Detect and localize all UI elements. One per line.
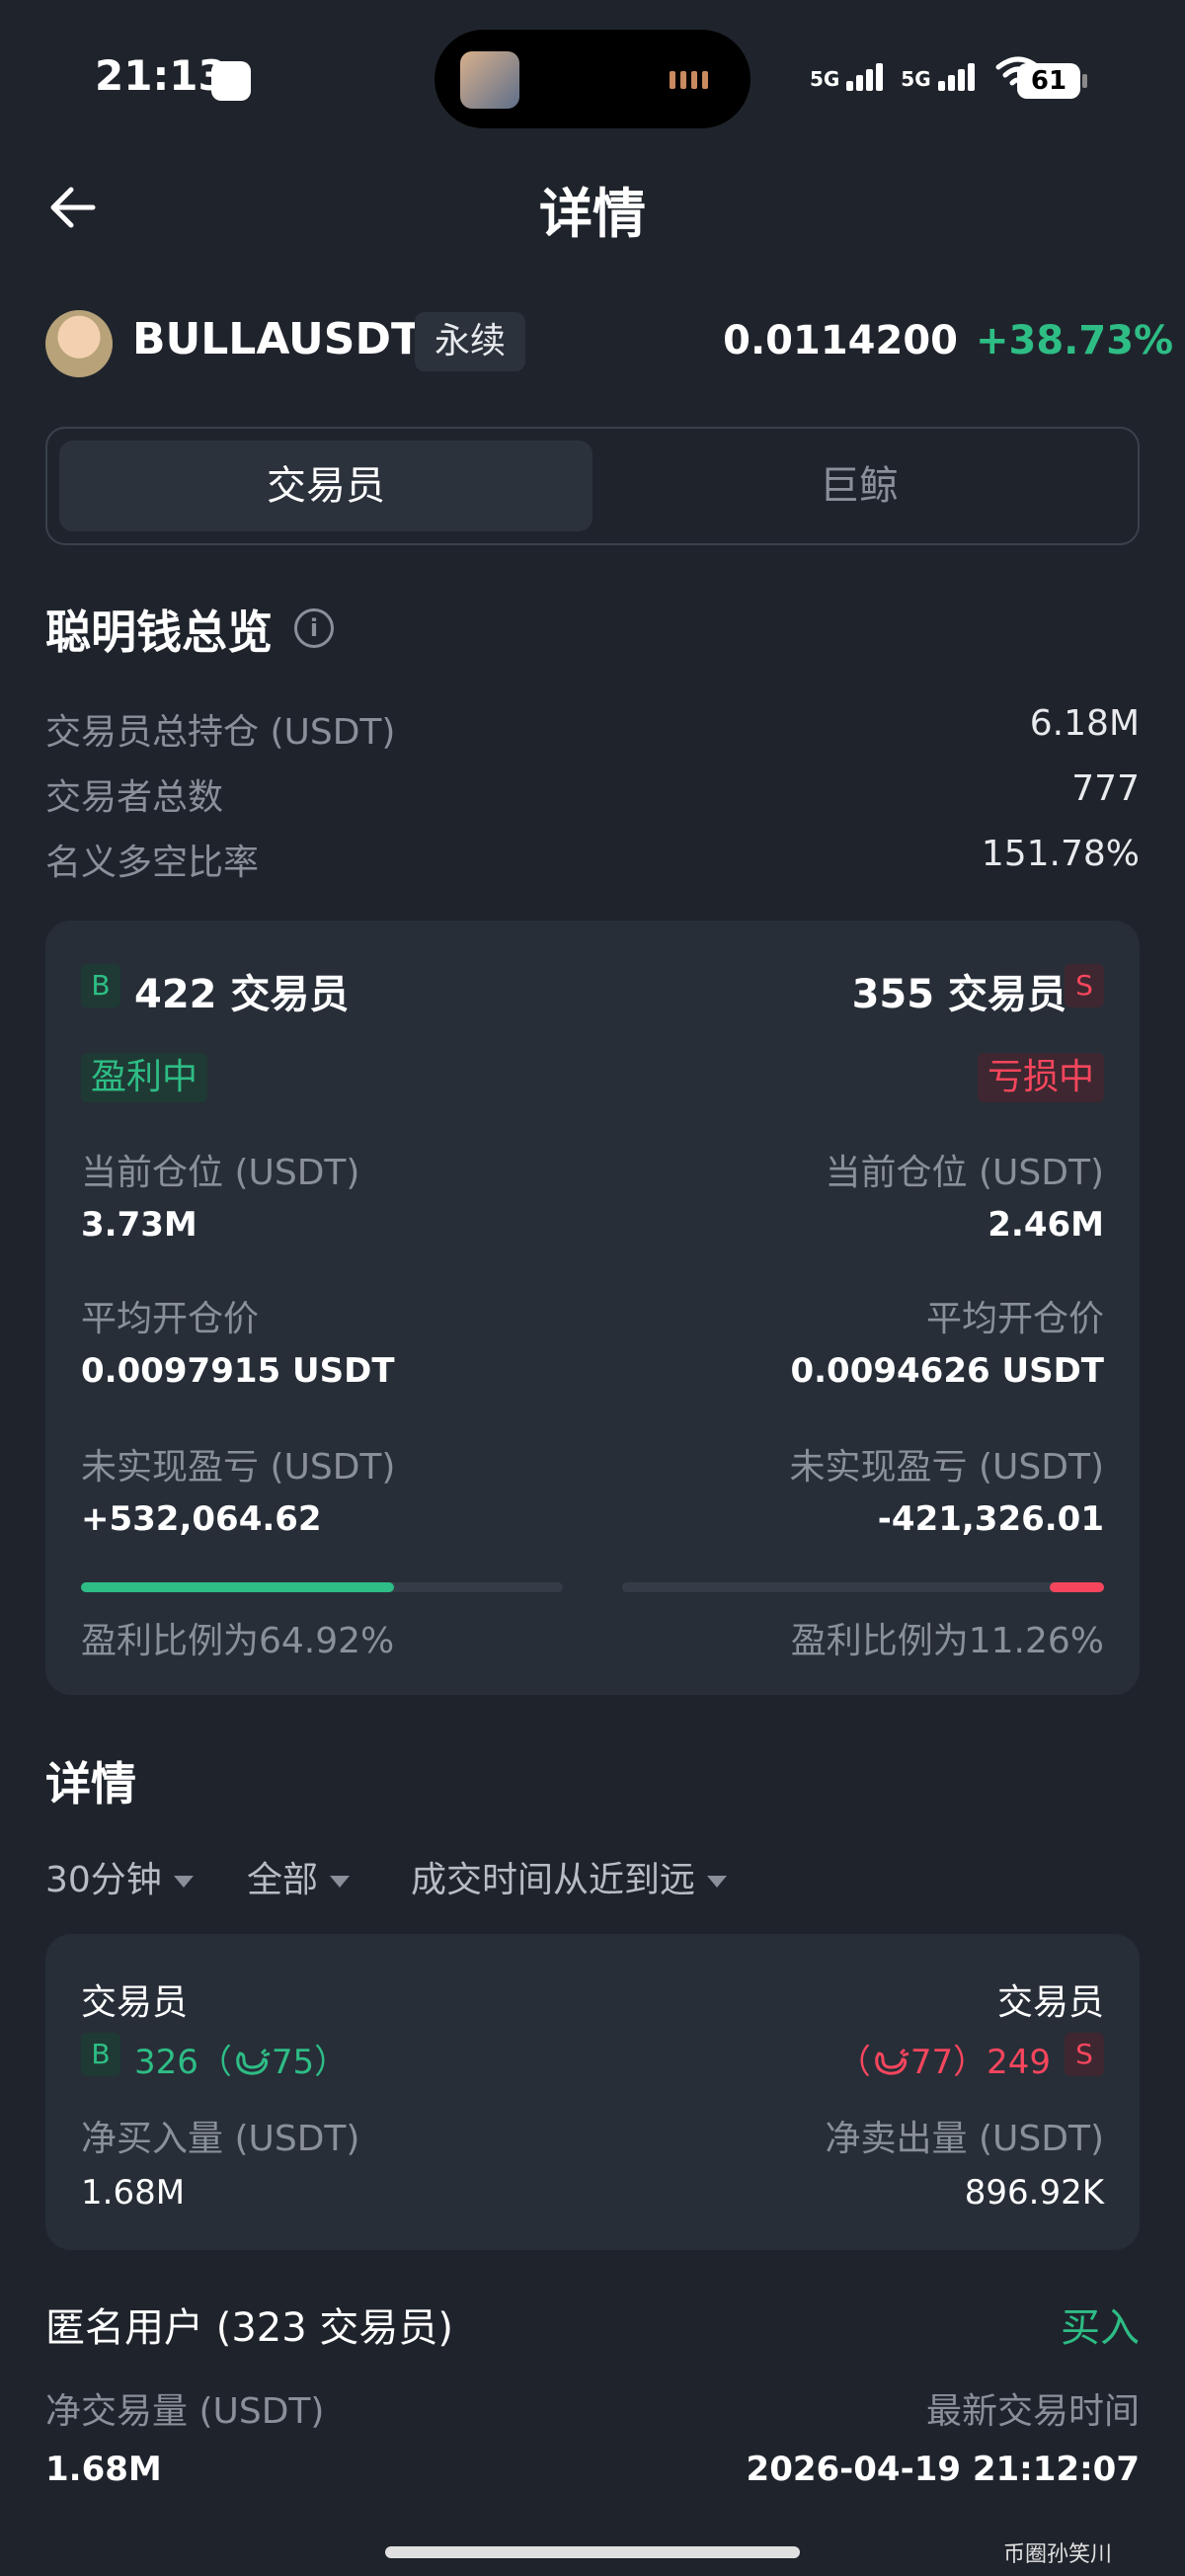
overview-row-value: 6.18M <box>1029 703 1140 744</box>
net-buy-value: 1.68M <box>81 2173 186 2213</box>
sell-traders-label: 交易员 <box>996 1982 1104 2023</box>
net-sell-value: 896.92K <box>964 2173 1104 2213</box>
chevron-down-icon <box>330 1876 351 1888</box>
overview-row-label: 名义多空比率 <box>45 843 260 883</box>
net-volume-label: 净交易量 (USDT) <box>45 2391 325 2432</box>
buy-whale-count: 75） <box>271 2043 349 2082</box>
chevron-down-icon <box>173 1876 194 1888</box>
short-profit-bar <box>622 1582 1104 1592</box>
buy-badge: B <box>81 2033 120 2076</box>
sell-prefix: （ <box>836 2043 871 2082</box>
symbol-name[interactable]: BULLAUSDT <box>132 314 421 364</box>
long-trader-count: 422 交易员 <box>134 972 350 1017</box>
whale-icon <box>236 2048 271 2075</box>
network-label-1: 5G <box>810 67 840 91</box>
long-avg-price-value: 0.0097915 USDT <box>81 1351 395 1391</box>
status-time: 21:13 <box>95 51 227 100</box>
signal-icon-2 <box>937 63 978 91</box>
profit-status-badge: 盈利中 <box>81 1053 208 1102</box>
media-thumbnail <box>460 51 519 109</box>
short-trader-count: 355 交易员 <box>851 972 1066 1017</box>
loss-status-badge: 亏损中 <box>977 1053 1104 1102</box>
anon-user-title[interactable]: 匿名用户 (323 交易员) <box>45 2295 453 2353</box>
sell-whale-count: 77）249 <box>909 2043 1051 2082</box>
buy-traders-label: 交易员 <box>81 1982 189 2023</box>
buy-trader-count: 326（ 75） <box>134 2035 348 2083</box>
home-indicator[interactable] <box>385 2546 800 2558</box>
overview-row-label: 交易员总持仓 (USDT) <box>45 712 396 753</box>
long-profit-ratio: 盈利比例为64.92% <box>81 1621 395 1661</box>
page-title: 详情 <box>539 183 646 245</box>
overview-row-value: 151.78% <box>981 834 1140 874</box>
buy-count-text: 326（ <box>134 2043 232 2082</box>
network-signal: 5G 5G <box>810 55 1042 91</box>
info-icon[interactable]: i <box>294 608 334 648</box>
signal-icon <box>846 63 886 91</box>
time-filter-dropdown[interactable]: 30分钟 <box>45 1851 194 1902</box>
long-profit-bar-fill <box>81 1582 394 1592</box>
long-position-label: 当前仓位 (USDT) <box>81 1153 360 1193</box>
battery-icon: 61 <box>1017 63 1087 99</box>
token-avatar <box>45 310 113 377</box>
latest-trade-time-value: 2026-04-19 21:12:07 <box>746 2450 1140 2489</box>
long-position-value: 3.73M <box>81 1205 198 1245</box>
overview-row-label: 交易者总数 <box>45 777 224 818</box>
watermark: 币圈孙笑川 <box>1003 2542 1113 2567</box>
short-avg-price-label: 平均开仓价 <box>925 1299 1104 1339</box>
overview-row-value: 777 <box>1071 768 1140 809</box>
sell-badge: S <box>1065 2033 1104 2076</box>
short-position-value: 2.46M <box>988 1205 1104 1245</box>
long-avg-price-label: 平均开仓价 <box>81 1299 260 1339</box>
net-volume-value: 1.68M <box>45 2450 162 2489</box>
long-profit-bar <box>81 1582 563 1592</box>
short-profit-bar-fill <box>1050 1582 1104 1592</box>
contract-type-badge: 永续 <box>415 312 526 371</box>
details-title: 详情 <box>45 1757 136 1811</box>
buy-badge: B <box>81 964 120 1007</box>
symbol-price: 0.0114200 <box>723 318 958 363</box>
audio-bars-icon <box>670 71 721 89</box>
whale-icon <box>875 2048 909 2075</box>
tab-whales[interactable]: 巨鲸 <box>592 441 1126 531</box>
long-pnl-label: 未实现盈亏 (USDT) <box>81 1447 396 1488</box>
short-profit-ratio: 盈利比例为11.26% <box>790 1621 1104 1661</box>
sell-trader-count: （ 77）249 <box>837 2035 1051 2083</box>
sort-label: 成交时间从近到远 <box>411 1860 696 1900</box>
time-filter-label: 30分钟 <box>45 1860 162 1900</box>
network-label-2: 5G <box>901 67 931 91</box>
overview-title: 聪明钱总览 <box>45 605 273 659</box>
anon-action-label: 买入 <box>1061 2305 1140 2351</box>
sort-dropdown[interactable]: 成交时间从近到远 <box>411 1851 728 1902</box>
short-position-label: 当前仓位 (USDT) <box>825 1153 1104 1193</box>
tab-traders[interactable]: 交易员 <box>59 441 592 531</box>
sell-badge: S <box>1065 964 1104 1007</box>
long-pnl-value: +532,064.62 <box>81 1499 322 1539</box>
app-notification-icon <box>211 61 251 101</box>
net-sell-label: 净卖出量 (USDT) <box>825 2119 1104 2159</box>
chevron-down-icon <box>707 1876 728 1888</box>
short-pnl-value: -421,326.01 <box>877 1499 1104 1539</box>
side-filter-label: 全部 <box>247 1860 319 1900</box>
side-filter-dropdown[interactable]: 全部 <box>247 1851 351 1902</box>
net-buy-label: 净买入量 (USDT) <box>81 2119 360 2159</box>
symbol-change: +38.73% <box>976 318 1174 363</box>
short-avg-price-value: 0.0094626 USDT <box>790 1351 1104 1391</box>
short-pnl-label: 未实现盈亏 (USDT) <box>789 1447 1104 1488</box>
latest-trade-time-label: 最新交易时间 <box>925 2391 1140 2432</box>
